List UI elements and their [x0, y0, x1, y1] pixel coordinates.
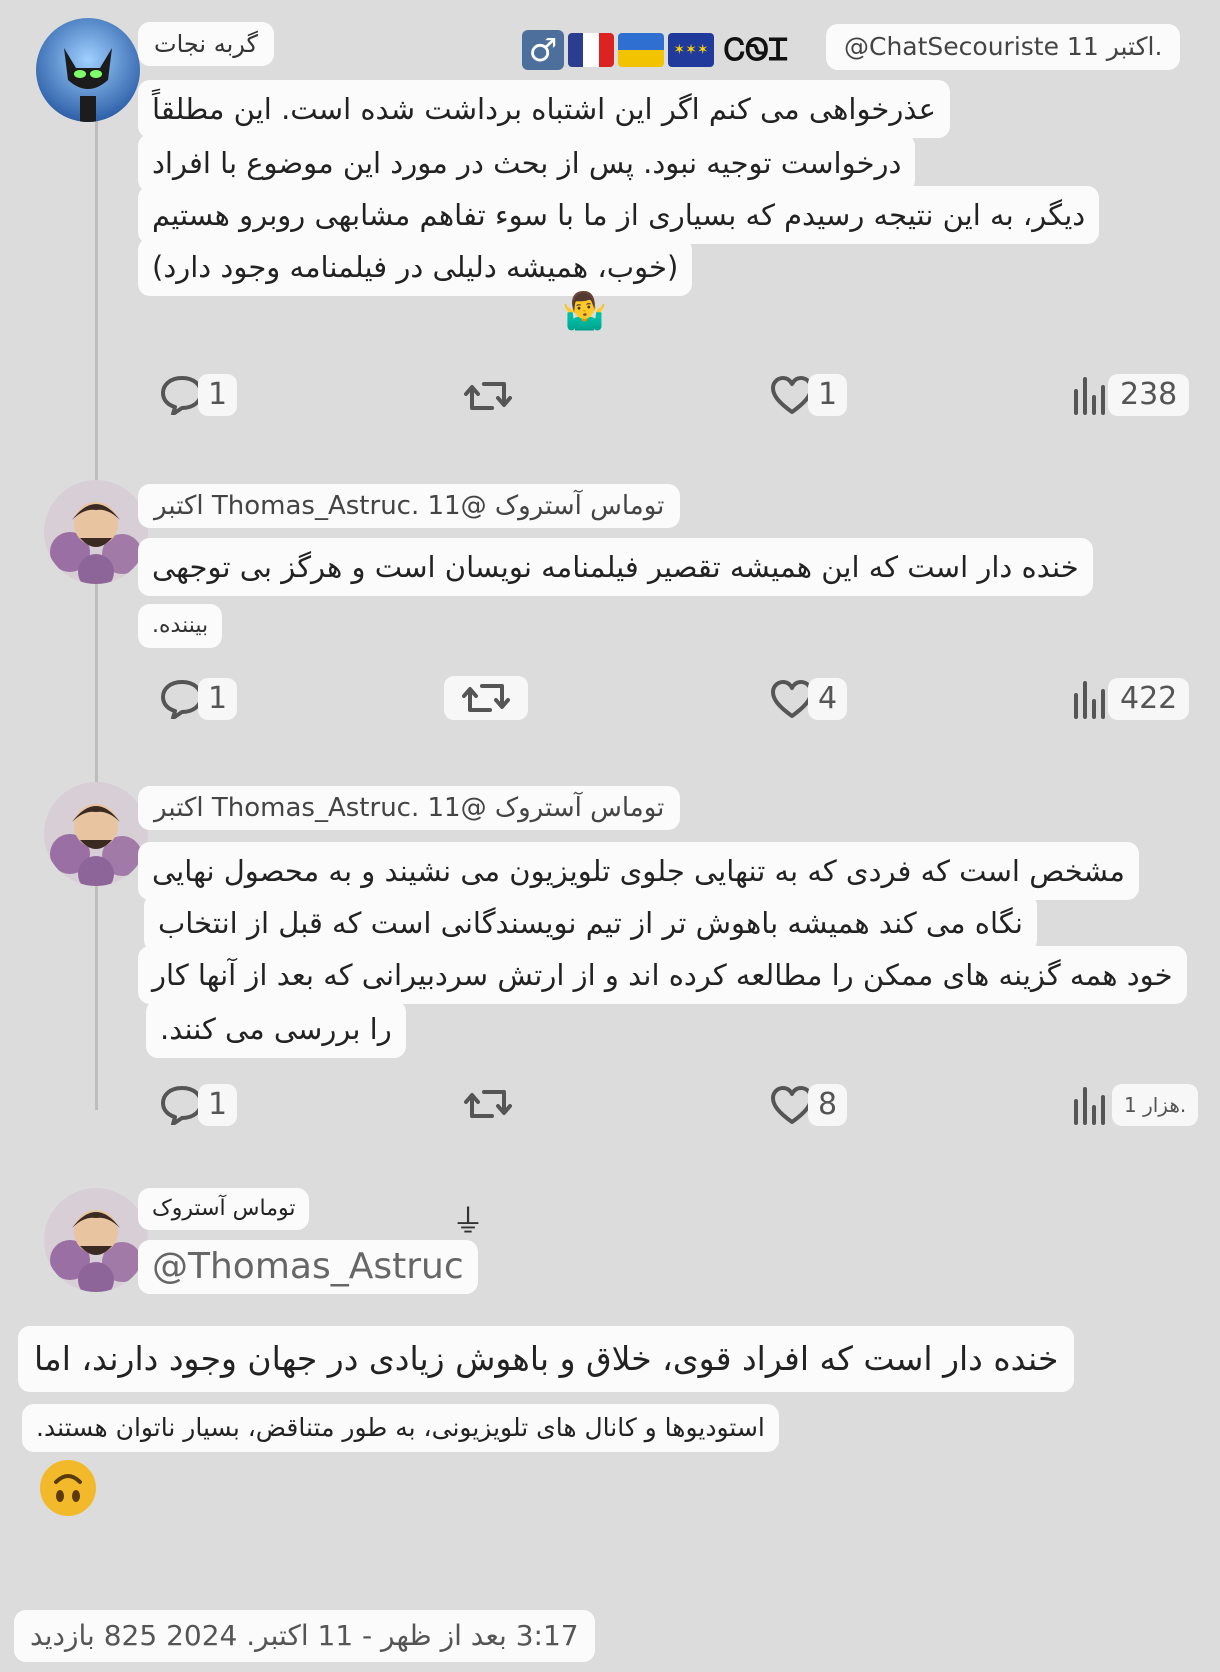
view-count: 422 [1108, 678, 1190, 720]
author-header-text: توماس آستروک @Thomas_Astruc. 11 اکتبر [154, 491, 665, 521]
retweet-button[interactable] [444, 676, 528, 720]
handle-date-text: @ChatSecouriste 11 اکتبر. [844, 32, 1163, 61]
upside-down-face-emoji [40, 1460, 96, 1516]
name-decoration-text: ᏟᏫᏆ [724, 32, 789, 68]
post-meta[interactable]: توماس آستروک @Thomas_Astruc. 11 اکتبر [138, 786, 681, 830]
eu-flag-icon: ✶✶✶ [668, 33, 714, 67]
views-icon [1074, 681, 1105, 719]
avatar-thomas-astruc[interactable] [44, 480, 148, 584]
like-count: 4 [808, 678, 848, 720]
thread-line [95, 120, 98, 1110]
reply-button[interactable]: 1 [160, 374, 238, 416]
retweet-button[interactable] [462, 1084, 514, 1124]
avatar-chatsecouriste[interactable] [36, 18, 140, 122]
post-meta[interactable]: @ChatSecouriste 11 اکتبر. [826, 24, 1181, 70]
retweet-icon [464, 1090, 512, 1118]
retweet-icon [464, 382, 512, 410]
reply-count: 1 [198, 374, 238, 416]
post-line: عذرخواهی می کنم اگر این اشتباه برداشت شد… [138, 80, 950, 138]
author-header-text: توماس آستروک @Thomas_Astruc. 11 اکتبر [154, 793, 665, 823]
post-line: دیگر، به این نتیجه رسیدم که بسیاری از ما… [138, 186, 1100, 244]
handle[interactable]: @Thomas_Astruc [138, 1240, 478, 1294]
france-flag-icon [568, 33, 614, 67]
main-post-line: خنده دار است که افراد قوی، خلاق و باهوش … [18, 1326, 1075, 1392]
display-name[interactable]: گربه نجات [138, 22, 274, 66]
reply-count: 1 [198, 678, 238, 720]
avatar-thomas-astruc[interactable] [44, 1188, 148, 1292]
post-line: مشخص است که فردی که به تنهایی جلوی تلویز… [138, 842, 1139, 900]
views-icon [1074, 377, 1105, 415]
like-button[interactable]: 1 [770, 374, 848, 416]
views-button[interactable]: 238 [1072, 374, 1190, 416]
views-icon [1074, 1087, 1105, 1125]
post-line: خنده دار است که این همیشه تقصیر فیلمنامه… [138, 538, 1093, 596]
display-name-text: توماس آستروک [152, 1196, 296, 1221]
post-meta[interactable]: توماس آستروک @Thomas_Astruc. 11 اکتبر [138, 484, 681, 528]
shrug-emoji: 🤷‍♂️ [562, 291, 607, 332]
display-name[interactable]: توماس آستروک [138, 1188, 310, 1230]
post-line: بیننده. [138, 604, 223, 648]
affiliate-badge-icon: ⏚ [452, 1202, 485, 1240]
post-line: نگاه می کند همیشه باهوش تر از تیم نویسند… [144, 894, 1037, 952]
views-button[interactable]: 1 هزار. [1072, 1084, 1199, 1126]
ukraine-flag-icon [618, 33, 664, 67]
post-line: خود همه گزینه های ممکن را مطالعه کرده ان… [138, 946, 1187, 1004]
view-count: 238 [1108, 374, 1190, 416]
handle-text: @Thomas_Astruc [152, 1246, 464, 1287]
view-count: 1 هزار. [1112, 1084, 1199, 1126]
reply-button[interactable]: 1 [160, 1084, 238, 1126]
like-button[interactable]: 4 [770, 678, 848, 720]
like-count: 1 [808, 374, 848, 416]
main-post-line: استودیوها و کانال های تلویزیونی، به طور … [22, 1404, 779, 1452]
timestamp-text: 3:17 بعد از ظهر - 11 اکتبر. 2024 825 باز… [30, 1619, 579, 1652]
like-button[interactable]: 8 [770, 1084, 848, 1126]
male-sign-icon: ♂ [522, 30, 564, 70]
reply-count: 1 [198, 1084, 238, 1126]
views-button[interactable]: 422 [1072, 678, 1190, 720]
upside-down-face-icon [54, 1474, 82, 1502]
post-line: را بررسی می کنند. [146, 1000, 406, 1058]
name-decorations: ♂ ✶✶✶ ᏟᏫᏆ [522, 30, 788, 70]
retweet-icon [462, 684, 510, 712]
reply-button[interactable]: 1 [160, 678, 238, 720]
post-line: (خوب، همیشه دلیلی در فیلمنامه وجود دارد) [138, 238, 693, 296]
post-timestamp-views: 3:17 بعد از ظهر - 11 اکتبر. 2024 825 باز… [14, 1610, 595, 1662]
retweet-button[interactable] [462, 376, 514, 416]
avatar-thomas-astruc[interactable] [44, 782, 148, 886]
display-name-text: گربه نجات [154, 30, 258, 58]
like-count: 8 [808, 1084, 848, 1126]
post-line: درخواست توجیه نبود. پس از بحث در مورد ای… [138, 134, 916, 192]
